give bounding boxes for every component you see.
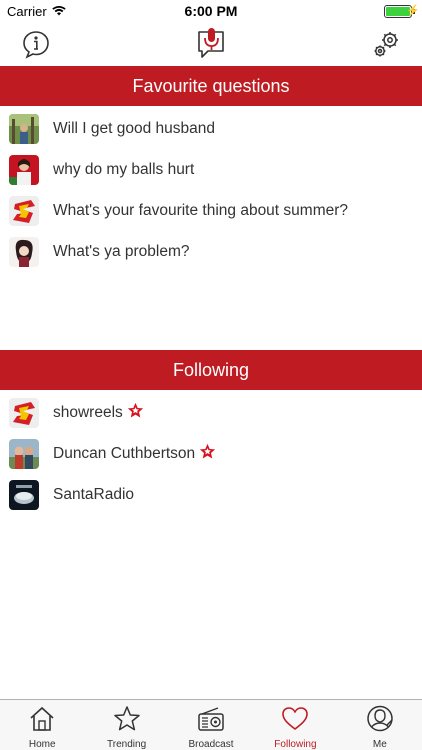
question-label: why do my balls hurt — [53, 160, 195, 178]
favourite-question-row[interactable]: What's ya problem? — [0, 231, 422, 272]
nav-bar — [0, 22, 422, 66]
favourites-header: Favourite questions — [0, 66, 422, 106]
following-header: Following — [0, 350, 422, 390]
tab-label: Me — [372, 739, 387, 750]
following-row[interactable]: Duncan Cuthbertson — [0, 433, 422, 474]
avatar — [9, 479, 39, 510]
user-name: Duncan Cuthbertson — [53, 444, 196, 462]
favourite-question-row[interactable]: why do my balls hurt — [0, 149, 422, 190]
tab-me[interactable]: Me — [338, 700, 422, 750]
home-icon — [28, 705, 56, 737]
tab-label: Broadcast — [188, 739, 234, 750]
tab-label: Home — [28, 739, 56, 750]
question-label: What's your favourite thing about summer… — [53, 201, 349, 219]
following-row[interactable]: SantaRadio — [0, 474, 422, 515]
tab-following[interactable]: Following — [253, 700, 337, 750]
star-badge-icon — [199, 443, 216, 465]
gears-icon[interactable] — [368, 26, 404, 62]
avatar — [9, 154, 39, 185]
heart-icon — [281, 705, 309, 737]
info-bubble-icon[interactable] — [18, 26, 54, 62]
star-badge-icon — [127, 402, 144, 424]
clock: 6:00 PM — [184, 3, 238, 19]
tab-label: Trending — [107, 739, 147, 750]
tab-home[interactable]: Home — [0, 700, 84, 750]
question-label: What's ya problem? — [53, 242, 190, 260]
mic-bubble-icon[interactable] — [193, 26, 229, 62]
charging-icon: ⚡ — [406, 5, 420, 17]
user-name: showreels — [53, 403, 123, 421]
tab-broadcast[interactable]: Broadcast — [169, 700, 253, 750]
radio-icon — [197, 705, 225, 737]
avatar — [9, 236, 39, 267]
profile-icon — [366, 705, 394, 737]
avatar — [9, 113, 39, 144]
favourite-question-row[interactable]: Will I get good husband — [0, 108, 422, 149]
status-bar: Carrier 6:00 PM ⚡ — [0, 0, 422, 22]
following-row[interactable]: showreels — [0, 392, 422, 433]
tab-bar: Home Trending Broadcast Following Me — [0, 699, 422, 750]
avatar — [9, 195, 39, 226]
user-name: SantaRadio — [53, 485, 135, 503]
question-label: Will I get good husband — [53, 119, 215, 137]
avatar — [9, 397, 39, 428]
avatar — [9, 438, 39, 469]
tab-trending[interactable]: Trending — [84, 700, 168, 750]
star-icon — [113, 705, 141, 737]
tab-label: Following — [274, 739, 317, 750]
favourite-question-row[interactable]: What's your favourite thing about summer… — [0, 190, 422, 231]
